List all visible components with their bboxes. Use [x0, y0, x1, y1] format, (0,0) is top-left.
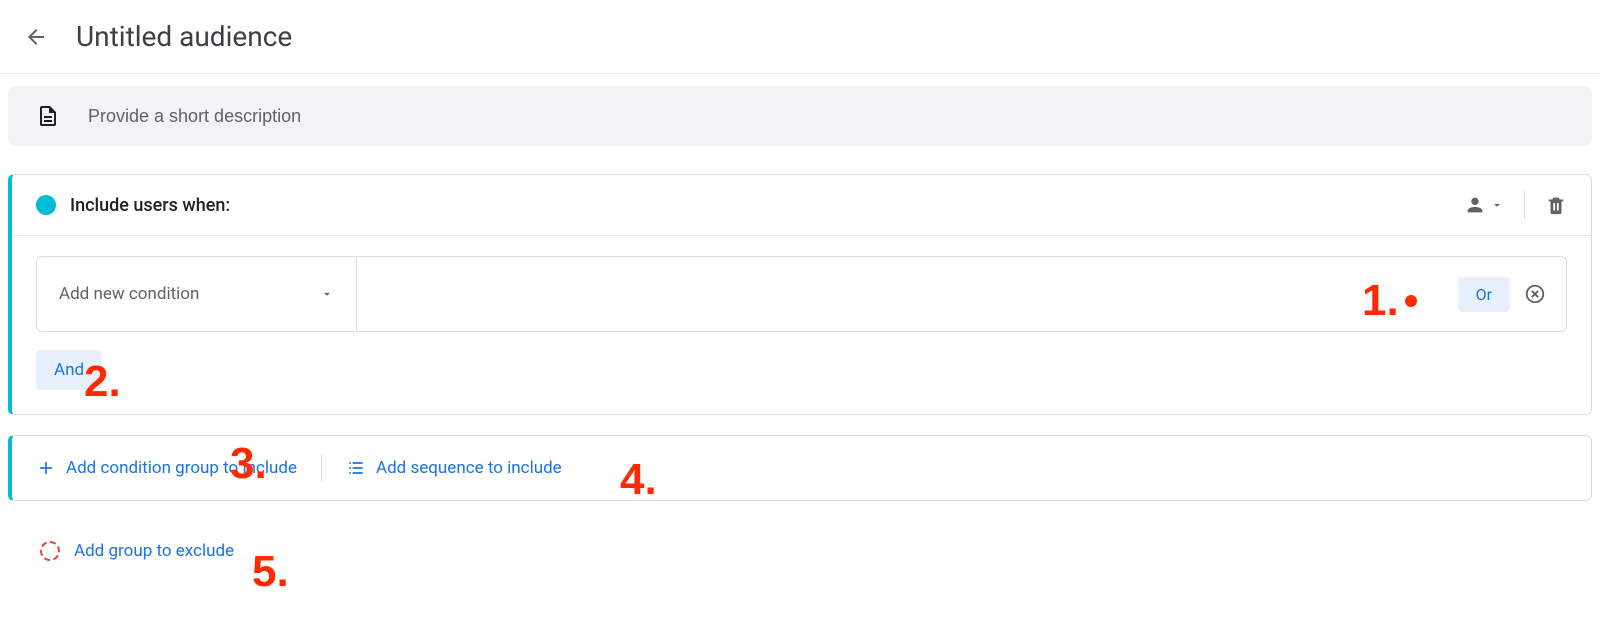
include-group-title: Include users when:	[70, 195, 1464, 216]
include-group-header-actions	[1464, 191, 1567, 219]
condition-body	[357, 257, 1458, 331]
or-button[interactable]: Or	[1458, 277, 1510, 312]
add-new-condition-dropdown[interactable]: Add new condition	[37, 257, 357, 331]
and-button[interactable]: And	[36, 350, 102, 390]
include-dot-icon	[36, 195, 56, 215]
page-header: Untitled audience	[0, 0, 1600, 74]
chevron-down-icon	[1490, 198, 1504, 212]
plus-icon	[36, 458, 56, 478]
add-group-to-exclude-button[interactable]: Add group to exclude	[74, 541, 234, 561]
sequence-icon	[346, 458, 366, 478]
include-group-header: Include users when:	[12, 175, 1591, 236]
add-condition-group-label: Add condition group to include	[66, 458, 297, 478]
person-icon	[1464, 194, 1486, 216]
description-box[interactable]	[8, 86, 1592, 146]
delete-group-button[interactable]	[1545, 194, 1567, 216]
condition-right-controls: Or	[1458, 257, 1566, 331]
trash-icon	[1545, 194, 1567, 216]
action-divider	[321, 454, 322, 482]
add-condition-group-button[interactable]: Add condition group to include	[36, 458, 297, 478]
include-group-body: Add new condition Or And	[12, 236, 1591, 414]
exclude-row: Add group to exclude	[8, 541, 1592, 561]
description-icon	[36, 104, 60, 128]
add-sequence-button[interactable]: Add sequence to include	[346, 458, 562, 478]
page-title: Untitled audience	[76, 20, 292, 53]
include-group-card: Include users when: Add new condition	[8, 174, 1592, 415]
remove-condition-button[interactable]	[1524, 283, 1546, 305]
back-arrow-icon[interactable]	[24, 25, 48, 49]
include-action-bar: Add condition group to include Add seque…	[8, 435, 1592, 501]
description-input[interactable]	[88, 106, 1564, 127]
close-circle-icon	[1524, 283, 1546, 305]
add-sequence-label: Add sequence to include	[376, 458, 562, 478]
add-new-condition-label: Add new condition	[59, 284, 199, 304]
chevron-down-icon	[320, 287, 334, 301]
content-area: Include users when: Add new condition	[0, 74, 1600, 581]
exclude-dashed-circle-icon	[40, 541, 60, 561]
header-divider	[1524, 191, 1525, 219]
scope-dropdown-button[interactable]	[1464, 194, 1504, 216]
condition-row: Add new condition Or	[36, 256, 1567, 332]
